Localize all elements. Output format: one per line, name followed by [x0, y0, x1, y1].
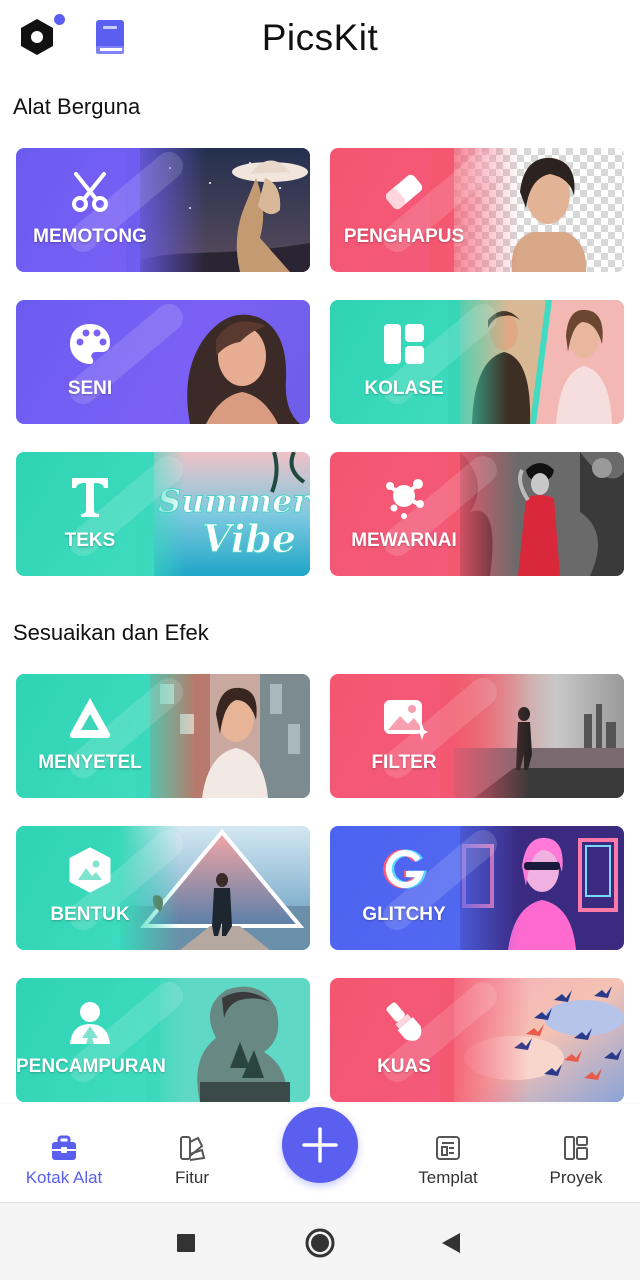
- toolbox-icon: [52, 1135, 76, 1160]
- plus-icon: [302, 1127, 338, 1163]
- nav-label: Kotak Alat: [25, 1168, 103, 1187]
- section-title-adjust-effects: Sesuaikan dan Efek: [13, 620, 209, 645]
- effect-card-shape[interactable]: BENTUK: [16, 826, 310, 950]
- image-filter-icon: [384, 700, 428, 740]
- nav-templates[interactable]: Templat: [384, 1104, 512, 1202]
- nav-label: Fitur: [175, 1168, 209, 1187]
- bottom-nav: Kotak Alat Fitur Templat Proyek: [0, 1104, 640, 1202]
- tool-label: MEMOTONG: [33, 226, 147, 247]
- effect-label: FILTER: [371, 752, 437, 773]
- back-triangle-icon[interactable]: [436, 1227, 468, 1259]
- effect-label: KUAS: [377, 1056, 431, 1077]
- effect-card-blend[interactable]: PENCAMPURAN: [16, 978, 310, 1102]
- tool-card-art[interactable]: SENI: [16, 300, 310, 424]
- shape-hexagon-icon: [69, 847, 111, 893]
- create-button[interactable]: [282, 1107, 358, 1183]
- nav-label: Proyek: [549, 1168, 603, 1187]
- app-header: PicsKit: [0, 0, 640, 80]
- tool-label: MEWARNAI: [351, 530, 457, 551]
- system-nav-bar: [0, 1202, 640, 1280]
- square-icon[interactable]: [170, 1227, 202, 1259]
- effect-label: GLITCHY: [362, 904, 446, 925]
- effect-card-adjust[interactable]: MENYETEL: [16, 674, 310, 798]
- effect-card-filter[interactable]: FILTER: [330, 674, 624, 798]
- blend-person-icon: [70, 1002, 110, 1044]
- nav-label: Templat: [418, 1168, 478, 1187]
- glitch-g-icon: [383, 849, 427, 889]
- scissors-icon: [72, 172, 108, 212]
- effect-label: PENCAMPURAN: [16, 1056, 166, 1077]
- tool-label: SENI: [67, 378, 113, 399]
- nav-projects[interactable]: Proyek: [512, 1104, 640, 1202]
- template-icon: [436, 1136, 460, 1160]
- tool-label: KOLASE: [364, 378, 444, 399]
- effect-card-brush[interactable]: KUAS: [330, 978, 624, 1102]
- circle-icon[interactable]: [304, 1227, 336, 1259]
- tool-card-text[interactable]: Summer Vibe TEKS: [16, 452, 310, 576]
- tool-label: TEKS: [64, 530, 116, 551]
- tool-card-collage[interactable]: KOLASE: [330, 300, 624, 424]
- effect-card-glitchy[interactable]: GLITCHY: [330, 826, 624, 950]
- splash-icon: [386, 479, 424, 519]
- nav-toolbox[interactable]: Kotak Alat: [0, 1104, 128, 1202]
- tool-card-colorize[interactable]: MEWARNAI: [330, 452, 624, 576]
- tool-card-cut[interactable]: MEMOTONG: [16, 148, 310, 272]
- vibe-text: Vibe: [202, 516, 296, 561]
- effect-label: BENTUK: [50, 904, 130, 925]
- adjust-triangle-icon: [69, 698, 111, 738]
- tool-card-eraser[interactable]: PENGHAPUS: [330, 148, 624, 272]
- swatch-icon: [180, 1136, 206, 1161]
- project-icon: [564, 1136, 588, 1160]
- nav-features[interactable]: Fitur: [128, 1104, 256, 1202]
- section-title-useful-tools: Alat Berguna: [13, 94, 141, 119]
- brush-icon: [386, 1002, 422, 1041]
- eraser-icon: [385, 174, 423, 210]
- palette-icon: [70, 324, 110, 364]
- effect-label: MENYETEL: [38, 752, 142, 773]
- app-title: PicsKit: [261, 17, 379, 58]
- tool-label: PENGHAPUS: [343, 226, 465, 247]
- collage-icon: [384, 324, 424, 364]
- text-icon: [72, 478, 108, 517]
